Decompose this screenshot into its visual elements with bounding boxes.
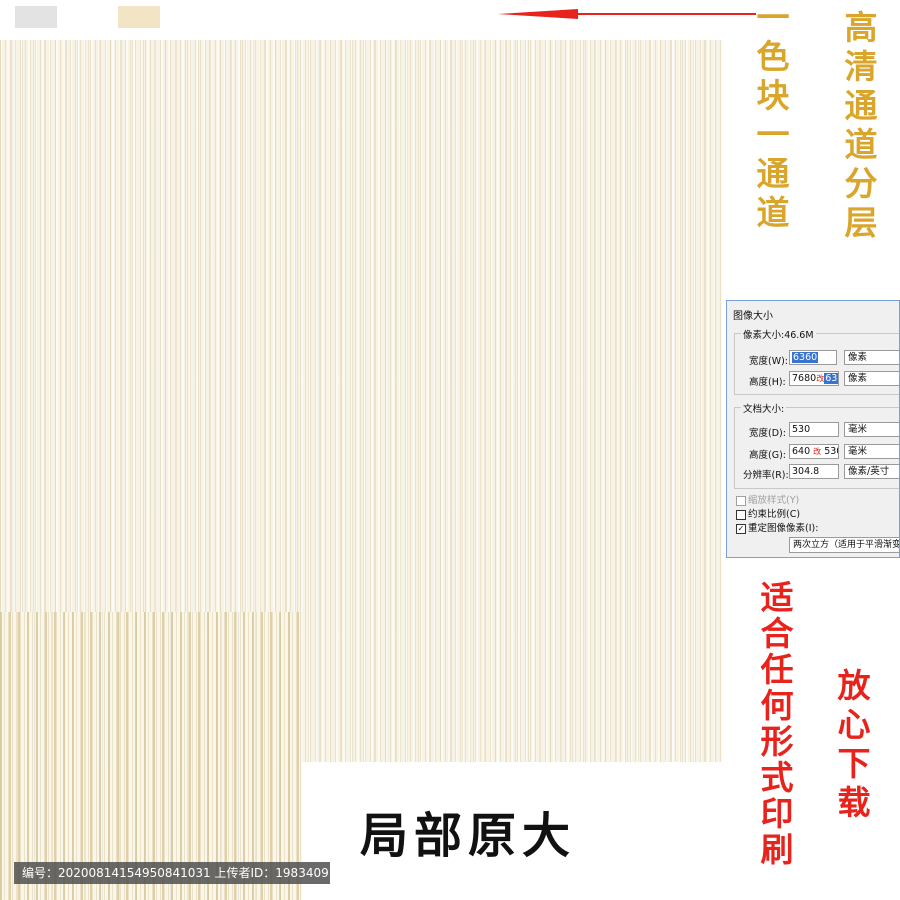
width-unit-select[interactable]: 像素⌄ — [844, 350, 899, 365]
doc-width-label: 宽度(D): — [749, 428, 786, 439]
resolution-unit-select[interactable]: 像素/英寸 — [844, 464, 899, 479]
resample-checkbox[interactable]: ✓ 重定图像像素(I): — [736, 520, 818, 534]
footer-id-bar: 编号：20200814154950841031 上传者ID：1983409 — [14, 862, 330, 884]
checkmark-icon: ✓ — [736, 523, 746, 534]
doc-height-change-mark: 改 — [813, 447, 822, 456]
height-label: 高度(H): — [749, 377, 786, 388]
constrain-proportions-checkbox[interactable]: 约束比例(C) — [736, 506, 800, 520]
actual-size-caption: 局部原大 — [360, 808, 577, 864]
width-input[interactable]: 6360 — [789, 350, 837, 365]
resample-method-select[interactable]: 两次立方（适用于平滑渐变 — [789, 537, 899, 553]
height-new-value: 6360 — [824, 373, 838, 384]
doc-height-old-value: 640 — [792, 446, 811, 457]
red-arrow-icon — [498, 9, 756, 19]
checkbox-box — [736, 509, 746, 520]
color-swatch-beige — [118, 6, 160, 28]
color-swatch-gray — [15, 6, 57, 28]
resolution-unit-value: 像素/英寸 — [848, 466, 890, 477]
document-size-label: 文档大小: — [741, 401, 787, 415]
constrain-label: 约束比例(C) — [748, 509, 801, 520]
doc-height-unit-select[interactable]: 毫米 — [844, 444, 899, 459]
height-unit-value: 像素 — [848, 373, 868, 384]
dialog-title: 图像大小 — [733, 311, 773, 322]
doc-height-unit-value: 毫米 — [848, 446, 868, 457]
resolution-label: 分辨率(R): — [743, 470, 789, 481]
red-vertical-caption-right: 放心下载 — [832, 668, 871, 824]
resolution-input[interactable]: 304.8 — [789, 464, 839, 479]
height-input[interactable]: 7680改6360 — [789, 371, 839, 386]
scale-styles-checkbox[interactable]: 缩放样式(Y) — [736, 492, 799, 506]
doc-height-new-value: 530 — [824, 446, 838, 457]
doc-width-unit-value: 毫米 — [848, 424, 868, 435]
doc-height-input[interactable]: 640 改 530 — [789, 444, 839, 459]
doc-width-input[interactable]: 530 — [789, 422, 839, 437]
detail-wood-grain-texture — [0, 612, 302, 900]
width-value: 6360 — [792, 352, 819, 363]
doc-width-unit-select[interactable]: 毫米 — [844, 422, 899, 437]
checkbox-box — [736, 495, 746, 506]
width-unit-value: 像素 — [848, 352, 868, 363]
height-unit-select[interactable]: 像素⌄ — [844, 371, 899, 386]
gold-vertical-caption-right: 高清通道分层 — [839, 10, 878, 244]
resample-label: 重定图像像素(I): — [748, 523, 819, 534]
scale-styles-label: 缩放样式(Y) — [748, 495, 800, 506]
height-change-mark: 改 — [816, 374, 825, 383]
image-size-dialog: 图像大小 像素大小:46.6M 宽度(W): 6360 像素⌄ 高度(H): 7… — [726, 300, 900, 558]
pixel-size-label: 像素大小:46.6M — [741, 327, 816, 341]
height-old-value: 7680 — [792, 373, 817, 384]
width-label: 宽度(W): — [749, 356, 789, 367]
gold-vertical-caption-left: 一色块一通道 — [751, 0, 790, 234]
red-vertical-caption-left: 适合任何形式印刷 — [755, 580, 794, 868]
doc-height-label: 高度(G): — [749, 450, 786, 461]
